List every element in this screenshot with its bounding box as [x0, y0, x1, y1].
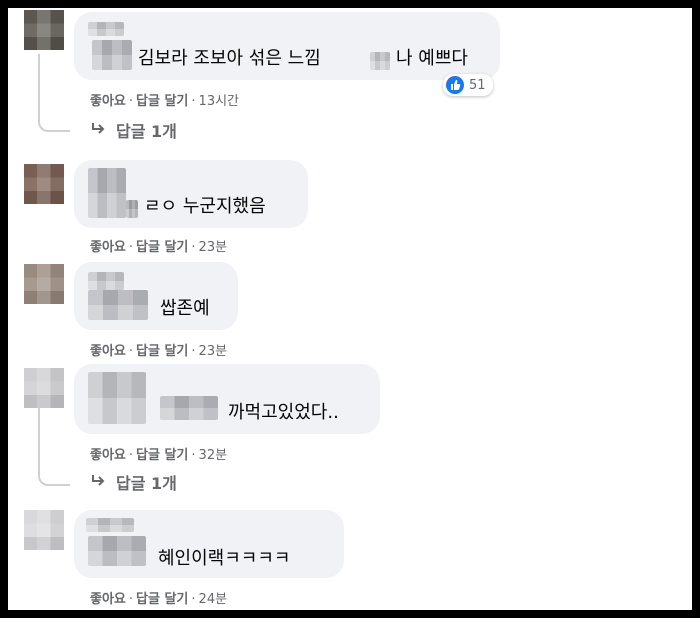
- comment-bubble: 까먹고있었다..: [74, 364, 380, 434]
- timestamp[interactable]: 32분: [199, 448, 228, 463]
- reply-link[interactable]: 답글 달기: [136, 344, 188, 359]
- thread-line: [38, 54, 40, 110]
- reply-link[interactable]: 답글 달기: [136, 592, 188, 607]
- comment-actions: 좋아요 · 답글 달기 · 24분: [90, 592, 228, 607]
- reply-arrow-icon: [90, 121, 106, 140]
- reply-link[interactable]: 답글 달기: [136, 94, 188, 109]
- avatar[interactable]: [24, 368, 64, 408]
- comment-text-end: 나 예쁘다: [396, 48, 468, 69]
- like-link[interactable]: 좋아요: [90, 94, 126, 109]
- reply-arrow-icon: [90, 473, 106, 492]
- blurred-author-name[interactable]: [88, 168, 126, 218]
- avatar[interactable]: [24, 264, 64, 304]
- blurred-author-name[interactable]: [86, 518, 134, 532]
- reaction-count: 51: [469, 77, 486, 93]
- comment-bubble: 혜인이랙ㅋㅋㅋㅋ: [74, 510, 344, 578]
- like-link[interactable]: 좋아요: [90, 344, 126, 359]
- comment-bubble: ㄹㅇ 누군지했음: [74, 160, 308, 228]
- comment-bubble: 김보라 조보아 섞은 느낌 나 예쁘다: [74, 12, 500, 80]
- avatar[interactable]: [24, 510, 64, 550]
- timestamp[interactable]: 13시간: [199, 94, 239, 109]
- thread-connector: [38, 464, 70, 486]
- blurred-author-name: [126, 200, 138, 218]
- blurred-author-name[interactable]: [88, 372, 146, 424]
- reply-link[interactable]: 답글 달기: [136, 448, 188, 463]
- comment-text: 까먹고있었다..: [228, 402, 339, 423]
- comment-text: 쌉존예: [160, 298, 210, 319]
- like-link[interactable]: 좋아요: [90, 592, 126, 607]
- reply-link[interactable]: 답글 달기: [136, 240, 188, 255]
- thread-line: [38, 408, 40, 464]
- view-replies-label: 답글 1개: [116, 474, 177, 493]
- view-replies-label: 답글 1개: [116, 122, 177, 141]
- thumbs-up-icon: [446, 76, 464, 94]
- comment-actions: 좋아요 · 답글 달기 · 32분: [90, 448, 228, 463]
- avatar[interactable]: [24, 10, 64, 50]
- blurred-author-name[interactable]: [92, 40, 132, 70]
- view-replies-link[interactable]: 답글 1개: [90, 470, 177, 494]
- blurred-author-name[interactable]: [88, 22, 124, 36]
- like-link[interactable]: 좋아요: [90, 448, 126, 463]
- reaction-badge[interactable]: 51: [443, 74, 493, 96]
- comment-section: 김보라 조보아 섞은 느낌 나 예쁘다 51 좋아요 · 답글 달기 · 13시간 답글…: [8, 8, 692, 610]
- blurred-author-name[interactable]: [88, 272, 124, 290]
- avatar[interactable]: [24, 164, 64, 204]
- blurred-author-name: [88, 290, 148, 320]
- like-link[interactable]: 좋아요: [90, 240, 126, 255]
- thread-connector: [38, 110, 70, 132]
- comment-text: ㄹㅇ 누군지했음: [144, 196, 266, 217]
- timestamp[interactable]: 23분: [199, 240, 228, 255]
- blurred-mention: [160, 396, 218, 420]
- view-replies-link[interactable]: 답글 1개: [90, 118, 177, 142]
- comment-bubble: 쌉존예: [74, 262, 238, 330]
- comment-actions: 좋아요 · 답글 달기 · 23분: [90, 240, 228, 255]
- blurred-author-name: [88, 536, 146, 566]
- timestamp[interactable]: 24분: [199, 592, 228, 607]
- blurred-mention: [370, 52, 390, 70]
- comment-text: 김보라 조보아 섞은 느낌: [138, 48, 321, 69]
- comment-actions: 좋아요 · 답글 달기 · 13시간: [90, 94, 240, 109]
- timestamp[interactable]: 23분: [199, 344, 228, 359]
- comment-actions: 좋아요 · 답글 달기 · 23분: [90, 344, 228, 359]
- comment-text: 혜인이랙ㅋㅋㅋㅋ: [158, 548, 291, 569]
